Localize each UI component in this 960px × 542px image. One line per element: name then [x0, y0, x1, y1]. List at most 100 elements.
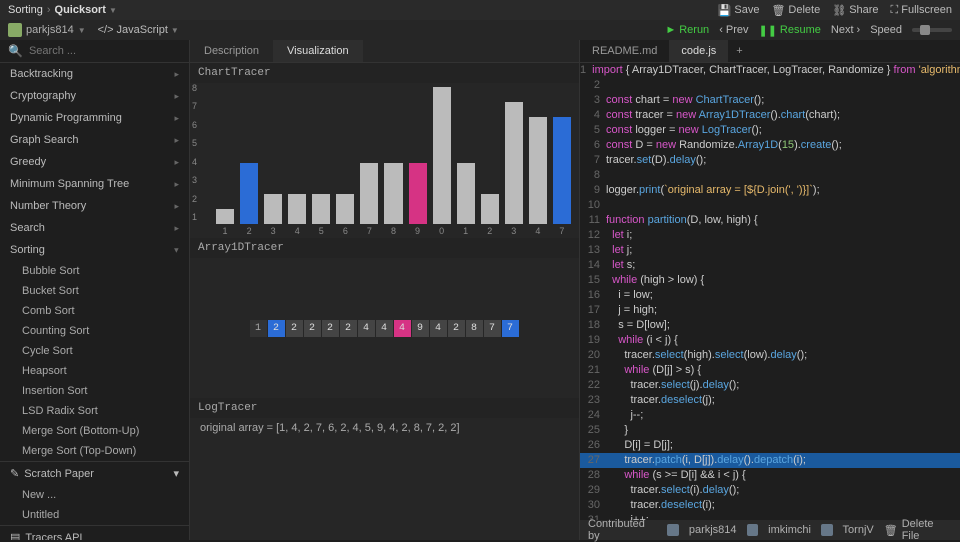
array-cell: 1: [250, 320, 267, 337]
code-line[interactable]: 19 while (i < j) {: [580, 333, 960, 348]
share-button[interactable]: ⛓Share: [832, 4, 878, 17]
scratch-item[interactable]: New ...: [0, 485, 189, 505]
tracers-api-link[interactable]: ▤Tracers API: [0, 526, 189, 540]
code-line[interactable]: 12 let i;: [580, 228, 960, 243]
array-cell: 7: [502, 320, 519, 337]
algorithm-item[interactable]: Merge Sort (Top-Down): [0, 441, 189, 461]
code-line[interactable]: 5const logger = new LogTracer();: [580, 123, 960, 138]
code-line[interactable]: 17 j = high;: [580, 303, 960, 318]
array-cell: 2: [304, 320, 321, 337]
chart-bar: [505, 102, 523, 224]
code-line[interactable]: 10: [580, 198, 960, 213]
category-item[interactable]: Dynamic Programming▸: [0, 107, 189, 129]
code-line[interactable]: 28 while (s >= D[i] && i < j) {: [580, 468, 960, 483]
chevron-right-icon: ▸: [174, 179, 179, 190]
algorithm-item[interactable]: Bucket Sort: [0, 281, 189, 301]
code-line[interactable]: 25 }: [580, 423, 960, 438]
code-line[interactable]: 8: [580, 168, 960, 183]
delete-file-button[interactable]: 🗑Delete File: [884, 518, 952, 542]
algorithm-item[interactable]: Cycle Sort: [0, 341, 189, 361]
code-line[interactable]: 9logger.print(`original array = [${D.joi…: [580, 183, 960, 198]
trash-icon: 🗑: [771, 4, 785, 17]
code-line[interactable]: 22 tracer.select(j).delay();: [580, 378, 960, 393]
category-item[interactable]: Backtracking▸: [0, 63, 189, 85]
code-line[interactable]: 29 tracer.select(i).delay();: [580, 483, 960, 498]
category-item[interactable]: Search▸: [0, 217, 189, 239]
tab-description[interactable]: Description: [190, 40, 273, 62]
chart-bar: [336, 194, 354, 224]
save-button[interactable]: 💾Save: [718, 4, 760, 17]
speed-slider[interactable]: [912, 28, 952, 32]
tab-codejs[interactable]: code.js: [669, 40, 728, 62]
code-line[interactable]: 15 while (high > low) {: [580, 273, 960, 288]
fullscreen-button[interactable]: ⛶Fullscreen: [891, 4, 952, 17]
code-line[interactable]: 13 let j;: [580, 243, 960, 258]
chevron-right-icon: ›: [857, 24, 861, 36]
code-line[interactable]: 27 tracer.patch(i, D[j]).delay().depatch…: [580, 453, 960, 468]
category-item[interactable]: Graph Search▸: [0, 129, 189, 151]
chart-bar: [457, 163, 475, 224]
category-item[interactable]: Minimum Spanning Tree▸: [0, 173, 189, 195]
array-cell: 2: [322, 320, 339, 337]
search-input[interactable]: [29, 45, 181, 57]
add-tab-button[interactable]: +: [728, 40, 750, 62]
algorithm-item[interactable]: Bubble Sort: [0, 261, 189, 281]
prev-button[interactable]: ‹Prev: [719, 24, 748, 36]
algorithm-item[interactable]: Comb Sort: [0, 301, 189, 321]
algorithm-item[interactable]: Insertion Sort: [0, 381, 189, 401]
category-item[interactable]: Number Theory▸: [0, 195, 189, 217]
trash-icon: 🗑: [884, 524, 898, 537]
delete-button[interactable]: 🗑Delete: [771, 4, 820, 17]
speed-label: Speed: [870, 24, 902, 36]
code-line[interactable]: 7tracer.set(D).delay();: [580, 153, 960, 168]
code-line[interactable]: 4const tracer = new Array1DTracer().char…: [580, 108, 960, 123]
contributor-link[interactable]: parkjs814: [689, 524, 737, 536]
code-line[interactable]: 1import { Array1DTracer, ChartTracer, Lo…: [580, 63, 960, 78]
chart-bar: [312, 194, 330, 224]
code-line[interactable]: 20 tracer.select(high).select(low).delay…: [580, 348, 960, 363]
contributor-link[interactable]: imkimchi: [768, 524, 811, 536]
array-panel: 122222444942877: [190, 258, 579, 398]
user-chip[interactable]: parkjs814 ▼: [8, 23, 86, 37]
next-button[interactable]: Next›: [831, 24, 860, 36]
scratch-item[interactable]: Untitled: [0, 505, 189, 525]
code-line[interactable]: 26 D[i] = D[j];: [580, 438, 960, 453]
contributed-label: Contributed by: [588, 518, 657, 542]
algorithm-item[interactable]: Heapsort: [0, 361, 189, 381]
rerun-button[interactable]: ►Rerun: [665, 24, 709, 36]
code-line[interactable]: 30 tracer.deselect(i);: [580, 498, 960, 513]
code-line[interactable]: 21 while (D[j] > s) {: [580, 363, 960, 378]
log-panel: original array = [1, 4, 2, 7, 6, 2, 4, 5…: [190, 418, 579, 540]
chevron-right-icon: ▸: [174, 135, 179, 146]
code-line[interactable]: 3const chart = new ChartTracer();: [580, 93, 960, 108]
chevron-right-icon: ▸: [174, 157, 179, 168]
chevron-right-icon: ▸: [174, 113, 179, 124]
code-editor[interactable]: 1import { Array1DTracer, ChartTracer, Lo…: [580, 63, 960, 520]
tab-visualization[interactable]: Visualization: [273, 40, 363, 62]
algorithm-item[interactable]: LSD Radix Sort: [0, 401, 189, 421]
resume-button[interactable]: ❚❚Resume: [758, 24, 820, 37]
code-line[interactable]: 18 s = D[low];: [580, 318, 960, 333]
category-sorting[interactable]: Sorting▸: [0, 239, 189, 261]
category-item[interactable]: Cryptography▸: [0, 85, 189, 107]
chart-bar: [384, 163, 402, 224]
algorithm-item[interactable]: Counting Sort: [0, 321, 189, 341]
code-line[interactable]: 2: [580, 78, 960, 93]
document-icon: ✎: [10, 467, 19, 480]
code-line[interactable]: 11function partition(D, low, high) {: [580, 213, 960, 228]
language-select[interactable]: </>JavaScript ▼: [98, 24, 179, 36]
code-line[interactable]: 6const D = new Randomize.Array1D(15).cre…: [580, 138, 960, 153]
code-line[interactable]: 16 i = low;: [580, 288, 960, 303]
code-icon: </>: [98, 24, 114, 36]
tab-readme[interactable]: README.md: [580, 40, 669, 62]
algorithm-item[interactable]: Merge Sort (Bottom-Up): [0, 421, 189, 441]
contributor-link[interactable]: TornjV: [843, 524, 874, 536]
code-line[interactable]: 14 let s;: [580, 258, 960, 273]
book-icon: ▤: [10, 531, 20, 540]
category-item[interactable]: Greedy▸: [0, 151, 189, 173]
chevron-down-icon: ▾: [173, 467, 179, 480]
code-line[interactable]: 23 tracer.deselect(j);: [580, 393, 960, 408]
code-line[interactable]: 24 j--;: [580, 408, 960, 423]
search-box[interactable]: 🔍: [0, 40, 189, 63]
scratch-paper-header[interactable]: ✎Scratch Paper▾: [0, 461, 189, 485]
